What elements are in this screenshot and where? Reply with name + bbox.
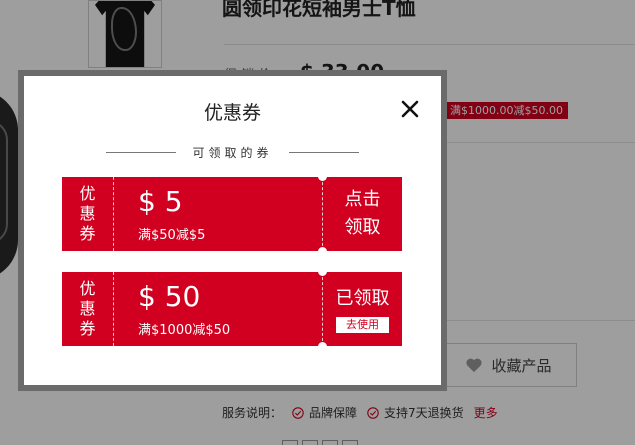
coupon-condition: 满$50减$5 [138,228,206,243]
subtitle-text: 可领取的券 [192,146,273,160]
claimed-status: 已领取 去使用 [335,288,390,333]
claim-coupon-button[interactable]: 点击 领取 [323,177,402,251]
coupon-amount: $ 5 [138,185,183,218]
coupon-modal: 优惠券 可领取的券 优 惠 券 $ 5 满$50减$5 点击 领取 优 惠 券 … [18,70,447,391]
coupon-type-label: 优 惠 券 [62,272,114,346]
modal-title: 优惠券 [203,102,261,124]
coupon-amount: $ 50 [138,280,201,313]
divider [106,152,177,153]
coupon-subtitle: 可领取的券 [24,144,441,161]
close-icon[interactable] [399,98,421,120]
coupon-type-label: 优 惠 券 [62,177,114,251]
use-coupon-button[interactable]: 去使用 [336,317,389,333]
coupon-card: 优 惠 券 $ 5 满$50减$5 点击 领取 [62,172,402,256]
coupon-card: 优 惠 券 $ 50 满$1000减$50 已领取 去使用 [62,267,402,351]
divider [288,152,359,153]
coupon-condition: 满$1000减$50 [138,323,231,338]
